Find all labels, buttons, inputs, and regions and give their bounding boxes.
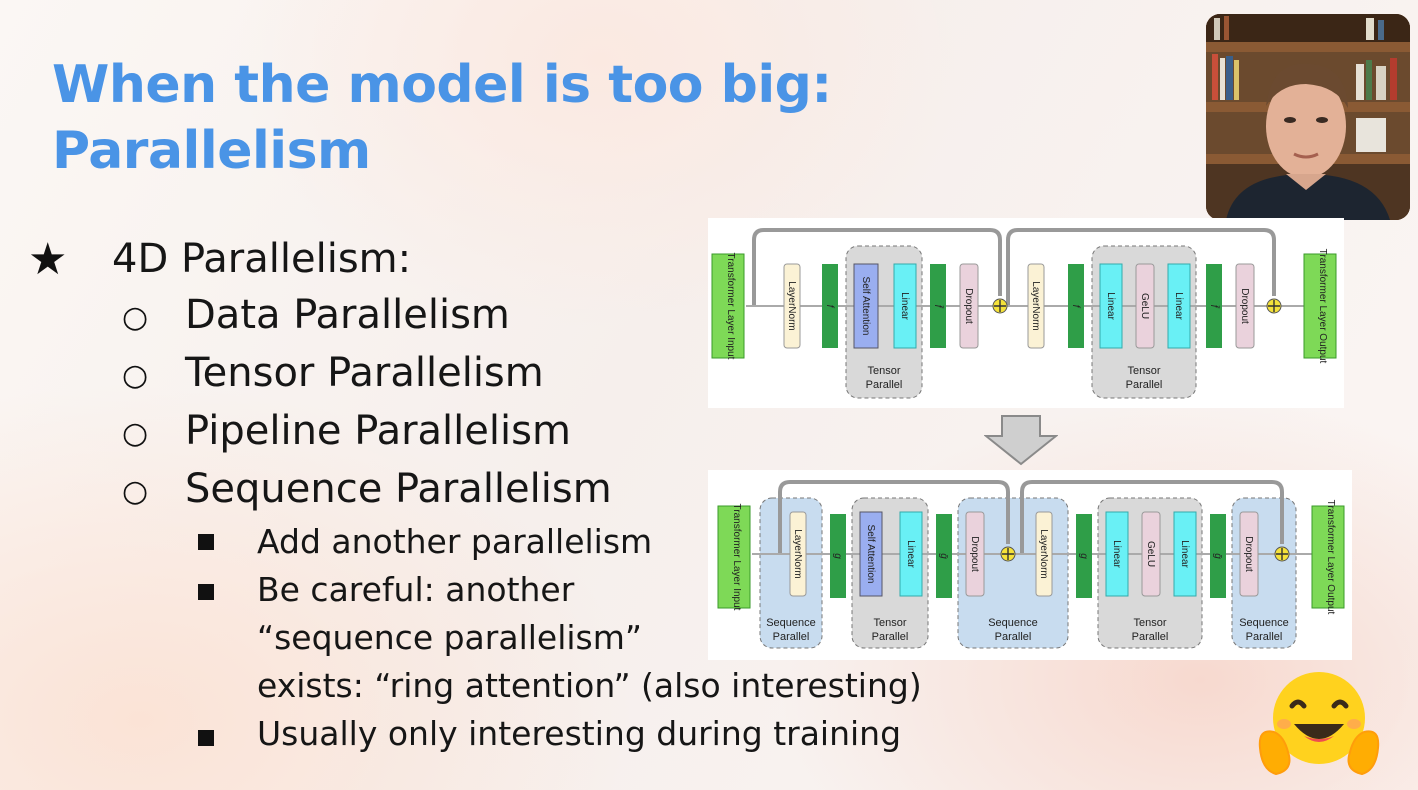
dropout-label-2: Dropout — [1243, 536, 1254, 572]
ten2-label-line2: Parallel — [1132, 631, 1169, 643]
input-label: Transformer Layer Input — [731, 504, 742, 611]
sequence-parallel-svg: Transformer Layer Input LayerNorm g Self… — [717, 480, 1345, 649]
group2-label-line1: Tensor — [1127, 365, 1160, 377]
group1-label-line2: Parallel — [866, 379, 903, 391]
ten1-label-line1: Tensor — [873, 617, 906, 629]
seq3-label-line1: Sequence — [1239, 617, 1289, 629]
square-bullet-icon — [198, 584, 214, 600]
seq2-label-line2: Parallel — [995, 631, 1032, 643]
self-attention-label: Self Attention — [860, 277, 871, 336]
linear-label-1: Linear — [905, 540, 916, 568]
sub-bullet-data: Data Parallelism — [185, 292, 510, 338]
g-label-1: g — [832, 553, 843, 559]
sub-sub-bullet-3: Usually only interesting during training — [257, 714, 902, 753]
dropout-label-2: Dropout — [1239, 288, 1250, 324]
tensor-parallel-svg: Transformer Layer Input LayerNorm f Self… — [711, 228, 1337, 399]
title-line-1: When the model is too big: — [52, 55, 832, 115]
square-bullet-icon — [198, 534, 214, 550]
down-arrow-icon — [984, 415, 1058, 466]
g-label-2: g — [1078, 553, 1089, 559]
output-label: Transformer Layer Output — [1325, 500, 1336, 615]
sub-sub-bullet-2-line3: exists: “ring attention” (also interesti… — [257, 666, 922, 705]
output-label: Transformer Layer Output — [1317, 249, 1328, 364]
sub-bullet-tensor: Tensor Parallelism — [185, 350, 544, 396]
dropout-label-1: Dropout — [963, 288, 974, 324]
linear-label-3: Linear — [1173, 292, 1184, 320]
presenter-video-frame — [1206, 14, 1410, 220]
ten2-label-line1: Tensor — [1133, 617, 1166, 629]
group2-label-line2: Parallel — [1126, 379, 1163, 391]
layernorm-label-2: LayerNorm — [1030, 281, 1041, 330]
layernorm-label-1: LayerNorm — [786, 281, 797, 330]
gelu-label: GeLU — [1139, 293, 1150, 319]
circle-bullet-icon: ○ — [122, 474, 149, 509]
sub-sub-bullet-2-line2: “sequence parallelism” — [257, 618, 642, 657]
sub-sub-bullet-2-line1: Be careful: another — [257, 570, 575, 609]
gbar-label-1: ḡ — [938, 553, 949, 559]
sub-bullet-pipeline: Pipeline Parallelism — [185, 408, 571, 454]
ten1-label-line2: Parallel — [872, 631, 909, 643]
circle-bullet-icon: ○ — [122, 416, 149, 451]
dropout-label-1: Dropout — [969, 536, 980, 572]
layernorm-label-1: LayerNorm — [792, 529, 803, 578]
seq1-label-line1: Sequence — [766, 617, 816, 629]
square-bullet-icon — [198, 730, 214, 746]
layernorm-label-2: LayerNorm — [1038, 529, 1049, 578]
gbar-label-2: ḡ — [1212, 553, 1223, 559]
seq1-label-line2: Parallel — [773, 631, 810, 643]
gelu-label: GeLU — [1145, 541, 1156, 567]
title-line-2: Parallelism — [52, 121, 371, 181]
tensor-parallel-diagram: Transformer Layer Input LayerNorm f Self… — [708, 218, 1344, 408]
seq3-label-line2: Parallel — [1246, 631, 1283, 643]
circle-bullet-icon: ○ — [122, 300, 149, 335]
input-label: Transformer Layer Input — [725, 253, 736, 360]
sequence-parallel-diagram: Transformer Layer Input LayerNorm g Self… — [708, 470, 1352, 660]
hugging-face-logo-icon — [1258, 672, 1380, 776]
webcam-video — [1206, 14, 1410, 220]
star-bullet-icon: ★ — [28, 234, 68, 285]
seq2-label-line1: Sequence — [988, 617, 1038, 629]
linear-label-3: Linear — [1179, 540, 1190, 568]
circle-bullet-icon: ○ — [122, 358, 149, 393]
group1-label-line1: Tensor — [867, 365, 900, 377]
sub-bullet-sequence: Sequence Parallelism — [185, 466, 612, 512]
linear-label-2: Linear — [1105, 292, 1116, 320]
sub-sub-bullet-1: Add another parallelism — [257, 522, 653, 561]
linear-label-1: Linear — [899, 292, 910, 320]
self-attention-label: Self Attention — [865, 525, 876, 584]
slide-title: When the model is too big: Parallelism — [52, 52, 832, 184]
bullet-main: 4D Parallelism: — [112, 236, 412, 282]
linear-label-2: Linear — [1111, 540, 1122, 568]
